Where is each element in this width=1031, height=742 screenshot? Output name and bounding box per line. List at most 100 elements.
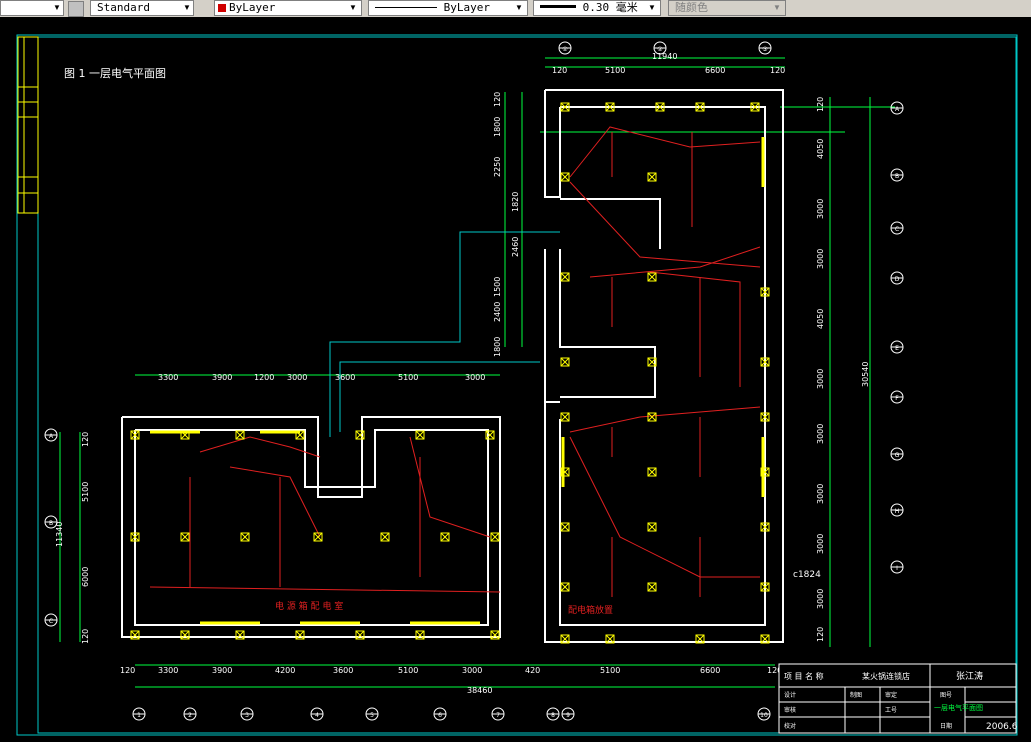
project-value: 某火锅连锁店	[862, 671, 910, 681]
light-fixture	[560, 412, 570, 422]
light-fixture	[647, 522, 657, 532]
dim-text: 3900	[212, 666, 232, 675]
chevron-down-icon[interactable]: ▼	[50, 0, 64, 16]
top-total-dim: 11940	[652, 52, 677, 61]
grid-bubble-label: 10	[760, 712, 768, 719]
grid-bubble-label: 2	[188, 712, 192, 719]
grid-bubble: 10	[757, 707, 771, 721]
light-fixture	[440, 532, 450, 542]
dim-text: 120	[81, 629, 90, 644]
lineweight-select[interactable]: 0.30 毫米	[533, 0, 661, 16]
grid-bubble-label: 1	[137, 712, 141, 719]
chevron-down-icon[interactable]: ▼	[770, 0, 784, 16]
dim-text: 3600	[335, 373, 355, 382]
dim-text: 1500	[493, 277, 502, 297]
title-block: 项 目 名 称 某火锅连锁店 张江涛 一层电气平面图 2006.6 设计审核校对…	[778, 663, 1018, 734]
dim-text: 3000	[816, 589, 825, 609]
title-block-label: 校对	[784, 722, 796, 730]
light-fixture	[560, 172, 570, 182]
properties-toolbar: ▼ Standard ▼ ByLayer ▼ ByLayer ▼ 0.30 毫米…	[0, 0, 1031, 18]
grid-bubble-label: C	[895, 226, 899, 233]
dim-text: 3300	[158, 666, 178, 675]
grid-bubble-label: E	[895, 345, 899, 352]
dim-text: 1800	[493, 117, 502, 137]
dim-text: 1200	[254, 373, 274, 382]
dim-text: 3000	[462, 666, 482, 675]
grid-bubble-label: A	[49, 433, 54, 440]
grid-bubble: 3	[240, 707, 254, 721]
grid-bubble: A	[890, 101, 904, 115]
dim-text: 5100	[600, 666, 620, 675]
plot-style-select[interactable]: 随颜色	[668, 0, 786, 16]
linetype-select[interactable]: ByLayer	[368, 0, 528, 16]
grid-bubble: ③	[758, 41, 772, 55]
grid-bubble: 1	[132, 707, 146, 721]
grid-bubble: E	[890, 340, 904, 354]
grid-bubble: 6	[433, 707, 447, 721]
dim-text: 3000	[816, 369, 825, 389]
light-fixture	[560, 357, 570, 367]
grid-bubble-label: 6	[438, 712, 442, 719]
grid-bubble-label: ①	[562, 46, 567, 53]
room-label-distribution: 电 源 箱 配 电 室	[275, 600, 343, 612]
light-fixture	[180, 532, 190, 542]
light-fixture	[647, 272, 657, 282]
dim-text: 2460	[511, 237, 520, 257]
chevron-down-icon[interactable]: ▼	[512, 0, 526, 16]
building-walls	[121, 89, 784, 643]
linetype-value: ByLayer	[443, 1, 490, 14]
chevron-down-icon[interactable]: ▼	[180, 0, 194, 16]
grid-bubble: 5	[365, 707, 379, 721]
light-fixture	[560, 582, 570, 592]
bottom-total-dim: 38460	[467, 686, 492, 695]
grid-bubble: F	[890, 390, 904, 404]
grid-bubble-label: A	[895, 106, 900, 113]
light-fixture	[647, 172, 657, 182]
dim-text: 6600	[700, 666, 720, 675]
dim-text: 5100	[605, 66, 625, 75]
dim-text: 2250	[493, 157, 502, 177]
dim-text: 3300	[158, 373, 178, 382]
grid-bubble-label: B	[895, 173, 899, 180]
grid-bubble-label: C	[49, 618, 53, 625]
dim-text: 3600	[333, 666, 353, 675]
dim-text: 1800	[493, 337, 502, 357]
grid-bubble-label: G	[895, 452, 900, 459]
dim-text: 4050	[816, 139, 825, 159]
title-block-label: 图号	[940, 692, 952, 699]
grid-bubble: 4	[310, 707, 324, 721]
layer-select[interactable]: ByLayer	[214, 0, 362, 16]
chevron-down-icon[interactable]: ▼	[346, 0, 360, 16]
drawing-canvas[interactable]: 图 1 一层电气平面图 ① ② ③ A B C D E F G H I A B …	[0, 17, 1031, 738]
dim-text: 5100	[81, 482, 90, 502]
chevron-down-icon[interactable]: ▼	[645, 0, 659, 16]
floor-plan-drawing[interactable]: 图 1 一层电气平面图 ① ② ③ABCDEFGHIABC1 2 3 4 5 6…	[0, 17, 1031, 738]
margin-strip	[17, 36, 39, 214]
grid-bubble-label: 3	[245, 712, 249, 719]
feeder-line	[329, 231, 560, 437]
light-fixture	[647, 467, 657, 477]
grid-bubble-label: 8	[551, 712, 555, 719]
dim-text: 3000	[287, 373, 307, 382]
dim-text: 120	[816, 627, 825, 642]
title-block-label: 工号	[885, 707, 897, 714]
dim-text: 120	[493, 92, 502, 107]
dim-text: 5100	[398, 373, 418, 382]
grid-bubble: 9	[561, 707, 575, 721]
dim-text: 1820	[511, 192, 520, 212]
feeder-line-2	[339, 361, 540, 432]
drawing-title: 图 1 一层电气平面图	[64, 66, 166, 80]
title-block-label: 设计	[784, 691, 796, 699]
dim-text: 3000	[816, 199, 825, 219]
light-fixture	[560, 272, 570, 282]
lineweight-preview	[540, 5, 576, 8]
grid-bubble-label: 7	[496, 712, 500, 719]
grid-bubble-label: 9	[566, 712, 570, 719]
text-style-select[interactable]: Standard	[90, 0, 194, 16]
text-style-icon[interactable]	[68, 1, 84, 17]
dim-text: 6000	[81, 567, 90, 587]
grid-bubble: I	[890, 560, 904, 574]
grid-bubble: C	[44, 613, 58, 627]
text-style-value: Standard	[97, 1, 150, 14]
dim-text: 3000	[465, 373, 485, 382]
